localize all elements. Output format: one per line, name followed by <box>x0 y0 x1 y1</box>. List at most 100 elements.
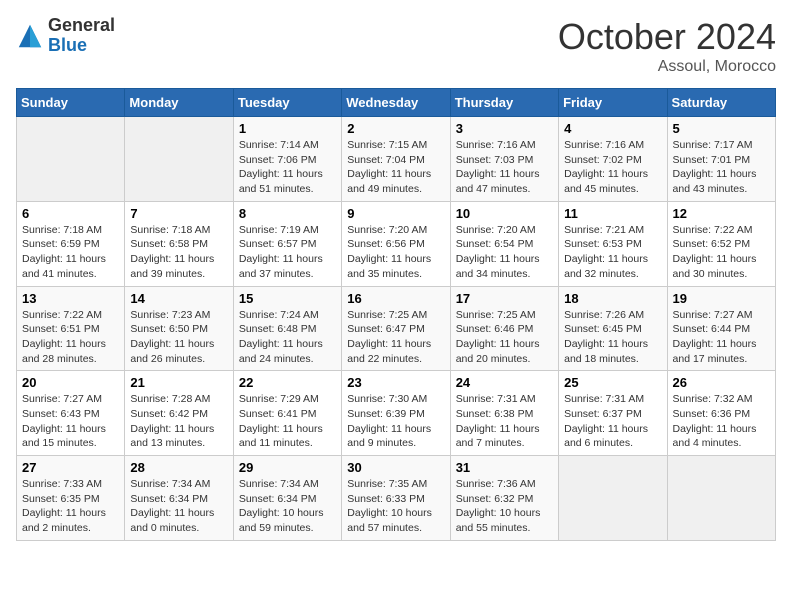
calendar-cell: 25Sunrise: 7:31 AMSunset: 6:37 PMDayligh… <box>559 371 667 456</box>
calendar-week-row: 27 Sunrise: 7:33 AMSunset: 6:35 PMDayligh… <box>17 456 776 541</box>
day-number: 4 <box>564 121 661 136</box>
day-info: Sunrise: 7:14 AMSunset: 7:06 PMDaylight:… <box>239 138 336 197</box>
weekday-header: Friday <box>559 89 667 117</box>
calendar-week-row: 13 Sunrise: 7:22 AMSunset: 6:51 PMDayligh… <box>17 286 776 371</box>
day-number: 7 <box>130 206 227 221</box>
day-info: Sunrise: 7:20 AMSunset: 6:54 PMDaylight:… <box>456 223 553 282</box>
logo-blue: Blue <box>48 35 87 55</box>
day-number: 12 <box>673 206 770 221</box>
month-title: October 2024 <box>558 16 776 58</box>
logo-text: General Blue <box>48 16 115 56</box>
day-info: Sunrise: 7:21 AMSunset: 6:53 PMDaylight:… <box>564 223 661 282</box>
day-number: 28 <box>130 460 227 475</box>
calendar-cell: 1 Sunrise: 7:14 AMSunset: 7:06 PMDaylight… <box>233 117 341 202</box>
day-info: Sunrise: 7:25 AMSunset: 6:46 PMDaylight:… <box>456 308 553 367</box>
day-number: 2 <box>347 121 444 136</box>
calendar-table: SundayMondayTuesdayWednesdayThursdayFrid… <box>16 88 776 541</box>
calendar-cell: 17 Sunrise: 7:25 AMSunset: 6:46 PMDayligh… <box>450 286 558 371</box>
day-info: Sunrise: 7:33 AMSunset: 6:35 PMDaylight:… <box>22 477 119 536</box>
day-number: 13 <box>22 291 119 306</box>
day-number: 8 <box>239 206 336 221</box>
day-number: 17 <box>456 291 553 306</box>
day-number: 11 <box>564 206 661 221</box>
day-info: Sunrise: 7:17 AMSunset: 7:01 PMDaylight:… <box>673 138 770 197</box>
calendar-cell: 8 Sunrise: 7:19 AMSunset: 6:57 PMDaylight… <box>233 201 341 286</box>
calendar-cell: 6Sunrise: 7:18 AMSunset: 6:59 PMDaylight… <box>17 201 125 286</box>
day-number: 15 <box>239 291 336 306</box>
calendar-cell: 2 Sunrise: 7:15 AMSunset: 7:04 PMDaylight… <box>342 117 450 202</box>
page-header: General Blue October 2024 Assoul, Morocc… <box>16 16 776 76</box>
day-number: 23 <box>347 375 444 390</box>
day-number: 14 <box>130 291 227 306</box>
calendar-week-row: 20 Sunrise: 7:27 AMSunset: 6:43 PMDayligh… <box>17 371 776 456</box>
calendar-cell: 31 Sunrise: 7:36 AMSunset: 6:32 PMDayligh… <box>450 456 558 541</box>
weekday-header: Tuesday <box>233 89 341 117</box>
logo-icon <box>16 22 44 50</box>
day-number: 1 <box>239 121 336 136</box>
day-number: 29 <box>239 460 336 475</box>
calendar-cell: 20 Sunrise: 7:27 AMSunset: 6:43 PMDayligh… <box>17 371 125 456</box>
calendar-cell <box>559 456 667 541</box>
calendar-cell: 19Sunrise: 7:27 AMSunset: 6:44 PMDayligh… <box>667 286 775 371</box>
day-info: Sunrise: 7:34 AMSunset: 6:34 PMDaylight:… <box>239 477 336 536</box>
calendar-cell: 4 Sunrise: 7:16 AMSunset: 7:02 PMDaylight… <box>559 117 667 202</box>
calendar-cell: 3Sunrise: 7:16 AMSunset: 7:03 PMDaylight… <box>450 117 558 202</box>
day-number: 6 <box>22 206 119 221</box>
day-info: Sunrise: 7:32 AMSunset: 6:36 PMDaylight:… <box>673 392 770 451</box>
day-number: 26 <box>673 375 770 390</box>
day-number: 31 <box>456 460 553 475</box>
calendar-body: 1 Sunrise: 7:14 AMSunset: 7:06 PMDaylight… <box>17 117 776 541</box>
day-number: 18 <box>564 291 661 306</box>
calendar-cell: 11 Sunrise: 7:21 AMSunset: 6:53 PMDayligh… <box>559 201 667 286</box>
day-info: Sunrise: 7:30 AMSunset: 6:39 PMDaylight:… <box>347 392 444 451</box>
day-info: Sunrise: 7:31 AMSunset: 6:38 PMDaylight:… <box>456 392 553 451</box>
day-number: 21 <box>130 375 227 390</box>
day-info: Sunrise: 7:22 AMSunset: 6:51 PMDaylight:… <box>22 308 119 367</box>
calendar-cell: 28Sunrise: 7:34 AMSunset: 6:34 PMDayligh… <box>125 456 233 541</box>
day-number: 22 <box>239 375 336 390</box>
calendar-cell: 9Sunrise: 7:20 AMSunset: 6:56 PMDaylight… <box>342 201 450 286</box>
day-number: 20 <box>22 375 119 390</box>
calendar-cell: 22 Sunrise: 7:29 AMSunset: 6:41 PMDayligh… <box>233 371 341 456</box>
weekday-header: Thursday <box>450 89 558 117</box>
day-info: Sunrise: 7:26 AMSunset: 6:45 PMDaylight:… <box>564 308 661 367</box>
calendar-cell: 23 Sunrise: 7:30 AMSunset: 6:39 PMDayligh… <box>342 371 450 456</box>
day-info: Sunrise: 7:24 AMSunset: 6:48 PMDaylight:… <box>239 308 336 367</box>
day-number: 27 <box>22 460 119 475</box>
day-info: Sunrise: 7:22 AMSunset: 6:52 PMDaylight:… <box>673 223 770 282</box>
calendar-cell: 13 Sunrise: 7:22 AMSunset: 6:51 PMDayligh… <box>17 286 125 371</box>
weekday-header: Wednesday <box>342 89 450 117</box>
calendar-cell: 24 Sunrise: 7:31 AMSunset: 6:38 PMDayligh… <box>450 371 558 456</box>
day-info: Sunrise: 7:35 AMSunset: 6:33 PMDaylight:… <box>347 477 444 536</box>
calendar-cell <box>17 117 125 202</box>
day-info: Sunrise: 7:36 AMSunset: 6:32 PMDaylight:… <box>456 477 553 536</box>
day-info: Sunrise: 7:15 AMSunset: 7:04 PMDaylight:… <box>347 138 444 197</box>
day-info: Sunrise: 7:27 AMSunset: 6:43 PMDaylight:… <box>22 392 119 451</box>
day-number: 10 <box>456 206 553 221</box>
day-info: Sunrise: 7:16 AMSunset: 7:02 PMDaylight:… <box>564 138 661 197</box>
weekday-header: Monday <box>125 89 233 117</box>
day-number: 16 <box>347 291 444 306</box>
day-info: Sunrise: 7:19 AMSunset: 6:57 PMDaylight:… <box>239 223 336 282</box>
calendar-cell: 30 Sunrise: 7:35 AMSunset: 6:33 PMDayligh… <box>342 456 450 541</box>
day-number: 24 <box>456 375 553 390</box>
day-info: Sunrise: 7:31 AMSunset: 6:37 PMDaylight:… <box>564 392 661 451</box>
calendar-cell: 21 Sunrise: 7:28 AMSunset: 6:42 PMDayligh… <box>125 371 233 456</box>
calendar-cell: 29 Sunrise: 7:34 AMSunset: 6:34 PMDayligh… <box>233 456 341 541</box>
day-info: Sunrise: 7:29 AMSunset: 6:41 PMDaylight:… <box>239 392 336 451</box>
day-number: 5 <box>673 121 770 136</box>
calendar-cell <box>125 117 233 202</box>
calendar-cell: 16Sunrise: 7:25 AMSunset: 6:47 PMDayligh… <box>342 286 450 371</box>
day-info: Sunrise: 7:28 AMSunset: 6:42 PMDaylight:… <box>130 392 227 451</box>
calendar-cell: 12 Sunrise: 7:22 AMSunset: 6:52 PMDayligh… <box>667 201 775 286</box>
day-number: 30 <box>347 460 444 475</box>
title-block: October 2024 Assoul, Morocco <box>558 16 776 76</box>
day-number: 3 <box>456 121 553 136</box>
calendar-cell: 26 Sunrise: 7:32 AMSunset: 6:36 PMDayligh… <box>667 371 775 456</box>
weekday-row: SundayMondayTuesdayWednesdayThursdayFrid… <box>17 89 776 117</box>
logo: General Blue <box>16 16 115 56</box>
day-number: 9 <box>347 206 444 221</box>
logo-general: General <box>48 15 115 35</box>
calendar-cell: 15 Sunrise: 7:24 AMSunset: 6:48 PMDayligh… <box>233 286 341 371</box>
weekday-header: Sunday <box>17 89 125 117</box>
